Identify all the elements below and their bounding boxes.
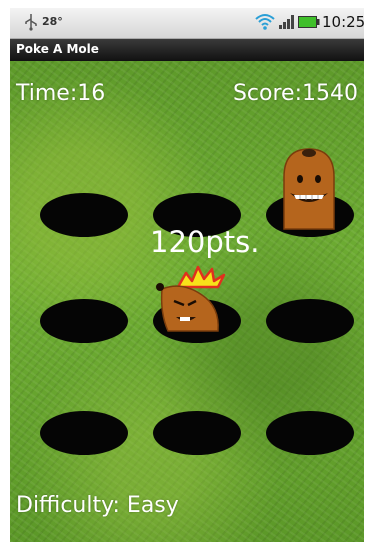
- mole-hole-r3-c1[interactable]: [40, 411, 128, 455]
- status-clock: 10:25: [322, 13, 364, 31]
- wifi-icon: [255, 14, 275, 30]
- game-field: Time:16 Score:1540 120pts. Difficulty: E…: [10, 61, 364, 542]
- usb-icon: [25, 14, 37, 31]
- mole-hit[interactable]: [152, 279, 228, 335]
- temperature-text: 28°: [42, 15, 63, 28]
- mole-hole-r3-c2[interactable]: [153, 411, 241, 455]
- points-popup: 120pts.: [150, 225, 260, 259]
- mole-up[interactable]: [276, 145, 342, 231]
- signal-icon: [279, 15, 294, 29]
- battery-icon: [298, 16, 320, 28]
- difficulty-label[interactable]: Difficulty: Easy: [16, 493, 179, 518]
- time-counter: Time:16: [16, 81, 106, 106]
- mole-hole-r2-c1[interactable]: [40, 299, 128, 343]
- mole-hole-r3-c3[interactable]: [266, 411, 354, 455]
- mole-hole-r2-c3[interactable]: [266, 299, 354, 343]
- status-bar: 28° 10:25: [10, 8, 364, 39]
- mole-hole-r1-c1[interactable]: [40, 193, 128, 237]
- app-title-bar: Poke A Mole: [10, 39, 364, 61]
- app-title: Poke A Mole: [16, 42, 99, 56]
- phone-screen: 28° 10:25 Poke A Mole Time:16 Score:1540: [10, 8, 364, 542]
- score-counter: Score:1540: [232, 81, 358, 106]
